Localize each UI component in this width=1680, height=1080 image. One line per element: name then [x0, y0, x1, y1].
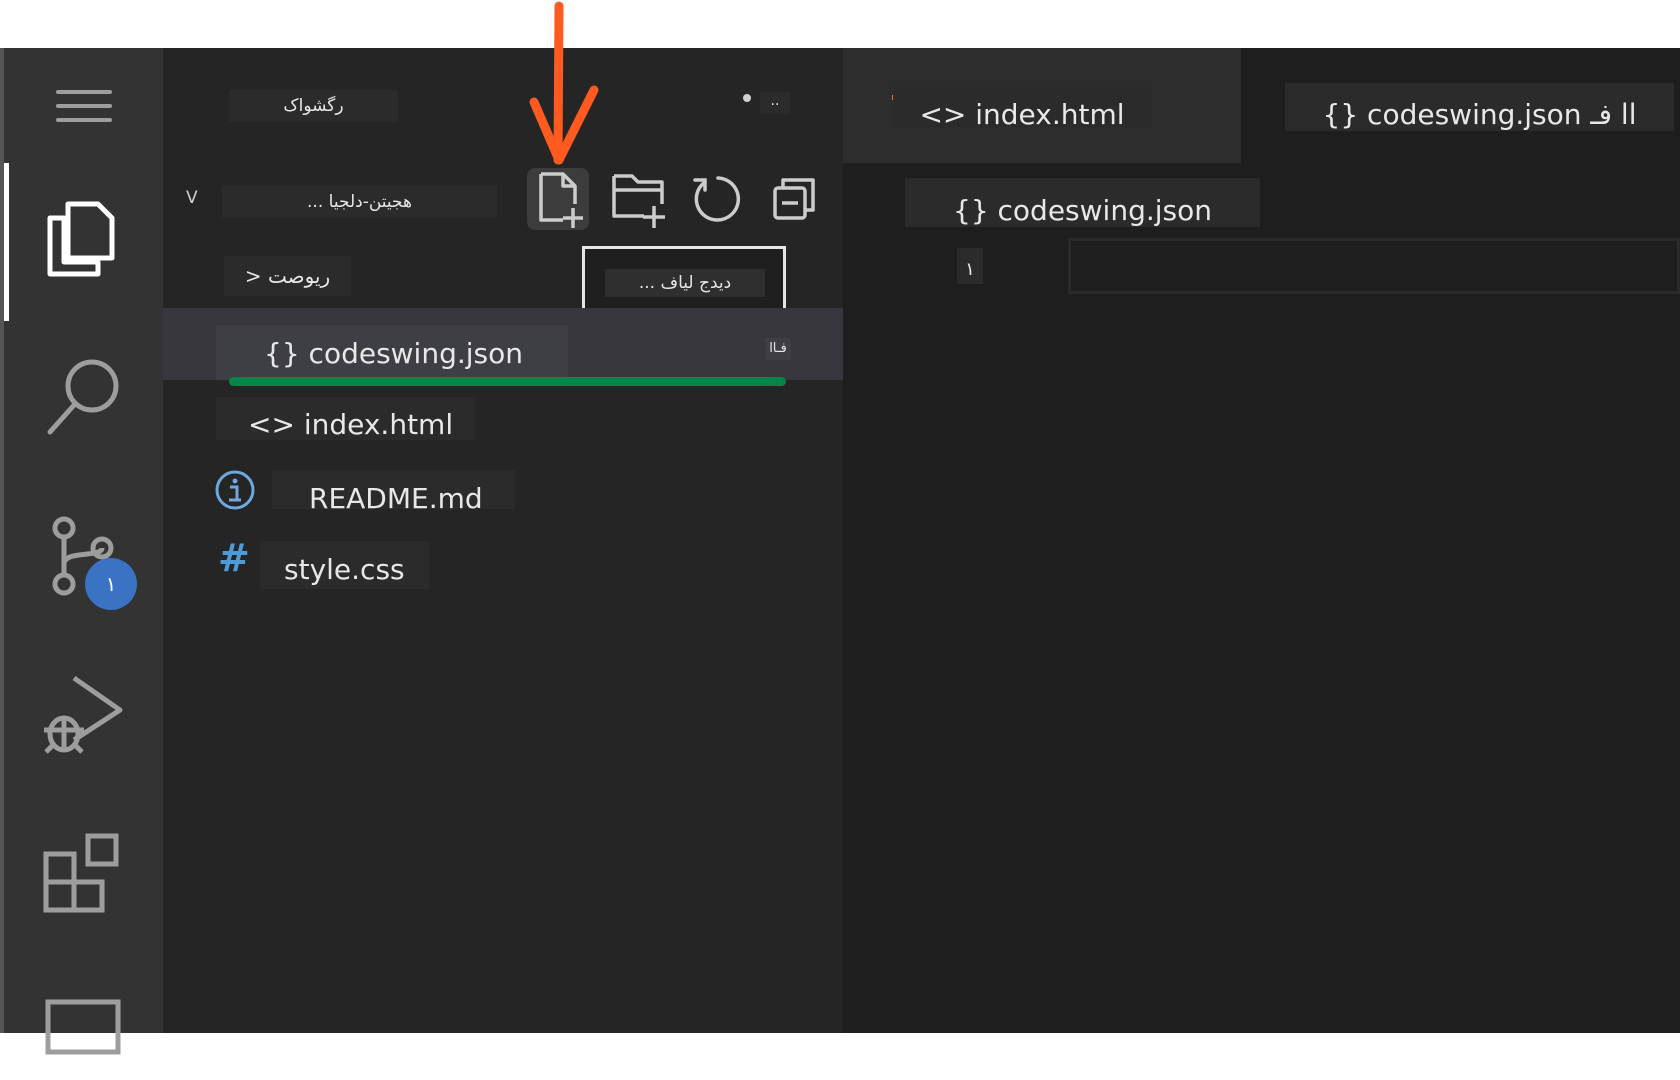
source-control-badge: ١ — [85, 558, 137, 610]
editor-line-input[interactable] — [1068, 238, 1680, 294]
run-debug-icon[interactable] — [40, 672, 126, 758]
new-folder-button[interactable] — [608, 168, 670, 230]
new-file-tooltip: ... دیدج لیاف — [582, 246, 786, 316]
refresh-icon — [693, 176, 741, 222]
file-name: {} codeswing.json — [216, 325, 568, 380]
collapse-all-button[interactable] — [765, 168, 827, 230]
new-folder-icon — [612, 174, 665, 228]
html-file-icon: <> — [248, 408, 295, 441]
new-file-icon — [539, 172, 583, 228]
annotation-arrow-icon — [528, 0, 618, 170]
file-label: index.html — [303, 408, 454, 441]
menu-icon[interactable] — [40, 80, 126, 166]
new-file-button[interactable] — [527, 168, 589, 230]
tooltip-text: ... دیدج لیاف — [605, 269, 765, 297]
file-row-readme[interactable]: README.md — [272, 470, 515, 515]
extensions-icon[interactable] — [40, 830, 126, 916]
explorer-icon[interactable] — [40, 196, 126, 282]
file-row-index-html[interactable]: <> index.html — [216, 397, 475, 441]
active-indicator — [4, 163, 9, 321]
collapse-all-icon — [773, 178, 815, 220]
file-row-style-css[interactable]: style.css — [260, 541, 429, 589]
tab-index-html-label[interactable]: <> index.html — [893, 87, 1151, 131]
refresh-button[interactable] — [687, 168, 749, 230]
folder-toggle[interactable]: V — [186, 188, 198, 208]
file-label: codeswing.json — [308, 337, 524, 370]
highlight-underline — [229, 377, 786, 386]
json-file-icon: {} — [264, 337, 300, 370]
info-icon — [214, 469, 256, 511]
folder-name[interactable]: ... هجیتن-دلجیا — [222, 186, 497, 218]
remote-explorer-icon[interactable] — [40, 990, 126, 1076]
line-number: ١ — [957, 248, 983, 284]
more-dot-icon — [743, 94, 751, 102]
breadcrumb[interactable]: {} codeswing.json — [905, 178, 1260, 227]
search-icon[interactable] — [40, 352, 126, 438]
more-actions-button[interactable]: .. — [760, 92, 790, 114]
file-status-badge: فـاا — [765, 338, 791, 360]
tab-codeswing-json[interactable]: {} codeswing.json اا فـ — [1285, 83, 1674, 131]
css-file-icon: # — [218, 536, 250, 580]
explorer-title: رگشواک — [229, 90, 398, 122]
outline-section[interactable]: > ریوصت — [224, 256, 351, 296]
